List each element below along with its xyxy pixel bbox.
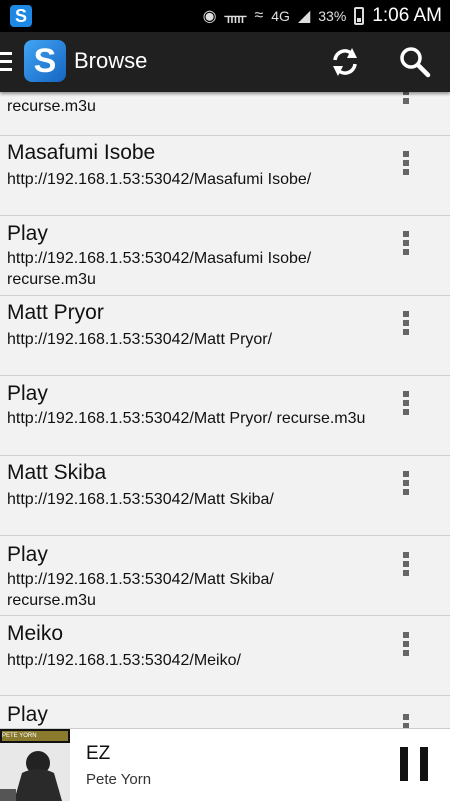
list-item-url: http://192.168.1.53:53042/Meiko/ [7, 652, 241, 669]
list-item[interactable]: Play [0, 696, 450, 728]
list-item[interactable]: Matt Pryor http://192.168.1.53:53042/Mat… [0, 296, 450, 376]
overflow-menu-icon[interactable] [398, 714, 414, 728]
list-item-url: http://192.168.1.53:53042/Masafumi Isobe… [7, 171, 312, 188]
page-title: Browse [74, 48, 148, 73]
battery-icon [354, 7, 365, 25]
list-item[interactable]: Play http://192.168.1.53:53042/Matt Pryo… [0, 376, 450, 456]
now-playing-bar[interactable]: PETE YORN EZ Pete Yorn [0, 728, 450, 801]
app-icon[interactable]: S [24, 40, 66, 82]
list-item-title: Matt Skiba [7, 461, 107, 484]
list-item-title: Matt Pryor [7, 301, 104, 324]
overflow-menu-icon[interactable] [398, 92, 414, 120]
app-notification-icon: S [10, 5, 32, 27]
pause-icon [400, 747, 408, 781]
overflow-menu-icon[interactable] [398, 552, 414, 592]
list-item-title: Play [7, 703, 48, 726]
list-item-title: Play [7, 222, 48, 245]
clock: 1:06 AM [372, 5, 442, 26]
pause-icon [420, 747, 428, 781]
status-indicators: ◉ ᚅ ≈ 4G ◢ 33% 1:06 AM [203, 0, 442, 32]
browse-list[interactable]: recurse.m3u Masafumi Isobe http://192.16… [0, 92, 450, 728]
bluetooth-icon: ᚅ [224, 8, 247, 25]
album-art-image [0, 743, 70, 801]
search-button[interactable] [397, 44, 433, 80]
overflow-menu-icon[interactable] [398, 632, 414, 672]
list-item-url: http://192.168.1.53:53042/Matt Skiba/ re… [7, 571, 274, 609]
battery-percent: 33% [318, 8, 347, 24]
list-item[interactable]: Play http://192.168.1.53:53042/Masafumi … [0, 216, 450, 296]
list-item-title: Masafumi Isobe [7, 141, 156, 164]
list-item-url: http://192.168.1.53:53042/Matt Pryor/ [7, 331, 273, 348]
overflow-menu-icon[interactable] [398, 471, 414, 511]
list-item-url: recurse.m3u [7, 98, 96, 115]
list-item-title: Play [7, 543, 48, 566]
overflow-menu-icon[interactable] [398, 231, 414, 271]
overflow-menu-icon[interactable] [398, 311, 414, 351]
list-item[interactable]: Masafumi Isobe http://192.168.1.53:53042… [0, 136, 450, 216]
refresh-button[interactable] [327, 44, 363, 80]
list-item-url: http://192.168.1.53:53042/Matt Skiba/ [7, 491, 274, 508]
track-artist: Pete Yorn [86, 771, 152, 788]
list-item[interactable]: recurse.m3u [0, 92, 450, 136]
album-art[interactable]: PETE YORN [0, 729, 70, 801]
list-item-title: Meiko [7, 622, 64, 645]
track-title: EZ [86, 743, 111, 764]
list-item-title: Play [7, 382, 48, 405]
eye-icon: ◉ [202, 8, 217, 25]
pause-button[interactable] [400, 747, 428, 781]
status-bar: S ◉ ᚅ ≈ 4G ◢ 33% 1:06 AM [0, 0, 450, 32]
wifi-icon: ≈ [254, 7, 264, 24]
list-item[interactable]: Matt Skiba http://192.168.1.53:53042/Mat… [0, 456, 450, 536]
overflow-menu-icon[interactable] [398, 151, 414, 191]
drawer-menu-icon[interactable] [0, 52, 12, 72]
list-item[interactable]: Play http://192.168.1.53:53042/Matt Skib… [0, 536, 450, 616]
signal-icon: ◢ [297, 8, 311, 25]
overflow-menu-icon[interactable] [398, 391, 414, 431]
list-item-url: http://192.168.1.53:53042/Matt Pryor/ re… [7, 410, 366, 427]
search-icon [400, 47, 431, 78]
action-bar: S Browse [0, 32, 450, 92]
refresh-icon [333, 48, 357, 76]
list-item[interactable]: Meiko http://192.168.1.53:53042/Meiko/ [0, 616, 450, 696]
list-item-url: http://192.168.1.53:53042/Masafumi Isobe… [7, 250, 312, 288]
network-type: 4G [271, 8, 290, 24]
